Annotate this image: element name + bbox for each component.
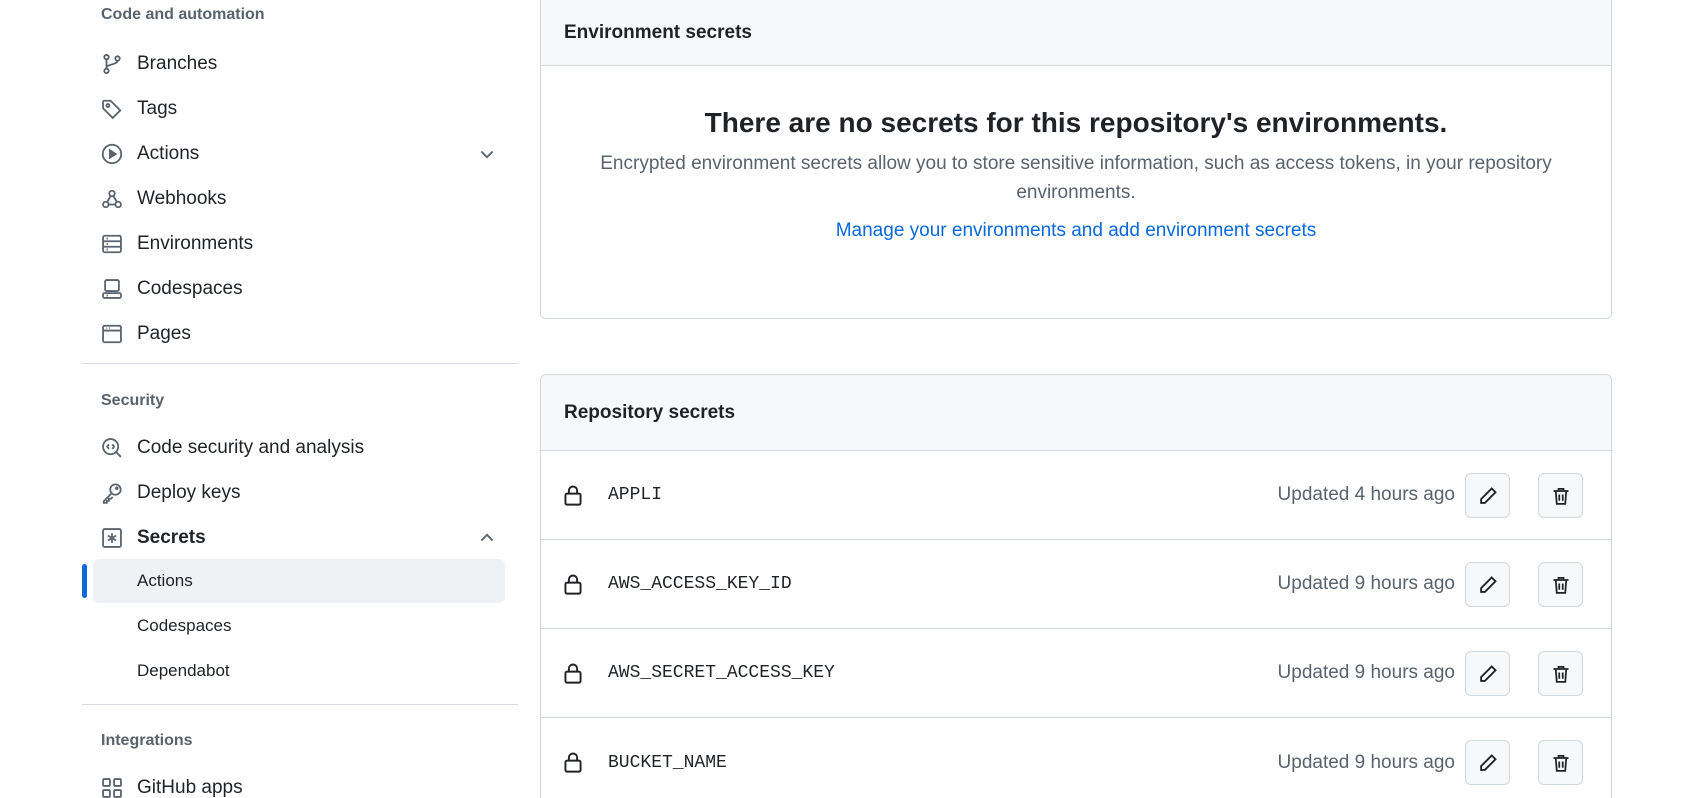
section-heading-code-automation: Code and automation [101, 6, 265, 23]
secrets-list: APPLI Updated 4 hours ago AWS_ACCESS_KEY… [541, 451, 1611, 798]
secret-updated: Updated 4 hours ago [1277, 484, 1455, 505]
sidebar-item-label: Webhooks [137, 188, 227, 209]
blankslate-description: Encrypted environment secrets allow you … [600, 153, 1552, 203]
branch-icon [101, 53, 123, 75]
lock-icon [562, 484, 584, 506]
secret-updated: Updated 9 hours ago [1277, 751, 1455, 773]
sidebar-item-code-security[interactable]: Code security and analysis [93, 428, 509, 468]
sidebar-item-pages[interactable]: Pages [93, 314, 509, 354]
environment-secrets-blankslate: There are no secrets for this repository… [541, 107, 1611, 242]
secret-name: AWS_ACCESS_KEY_ID [608, 574, 792, 594]
sidebar-item-actions[interactable]: Actions [93, 134, 509, 174]
sidebar-item-label: Environments [137, 233, 254, 254]
sidebar-item-label: Codespaces [137, 278, 243, 299]
sidebar-item-codespaces[interactable]: Codespaces [93, 269, 509, 309]
secret-updated: Updated 9 hours ago [1277, 662, 1455, 683]
key-icon [101, 482, 123, 504]
secret-name: AWS_SECRET_ACCESS_KEY [608, 663, 835, 683]
webhook-icon [101, 188, 123, 210]
secret-row: BUCKET_NAME Updated 9 hours ago [541, 718, 1611, 798]
browser-icon [101, 323, 123, 345]
environment-secrets-box: Environment secrets There are no secrets… [540, 0, 1612, 319]
trash-icon [1553, 754, 1568, 772]
codescan-icon [101, 437, 123, 459]
pencil-icon [1479, 753, 1497, 771]
trash-icon [1553, 576, 1568, 594]
play-icon [101, 143, 123, 165]
asterisk-icon [101, 527, 123, 549]
sidebar-item-webhooks[interactable]: Webhooks [93, 179, 509, 219]
codespaces-icon [101, 278, 123, 300]
repository-secrets-box: Repository secrets APPLI Updated 4 hours… [540, 374, 1612, 798]
sidebar-item-label: Branches [137, 53, 218, 74]
sidebar-divider [82, 704, 518, 705]
sidebar-subitem-codespaces[interactable]: Codespaces [93, 604, 505, 648]
environment-secrets-header: Environment secrets [541, 0, 1611, 66]
secret-name: BUCKET_NAME [608, 752, 727, 773]
sidebar-divider [82, 363, 518, 364]
blankslate-title: There are no secrets for this repository… [704, 107, 1448, 138]
sidebar-item-label: Deploy keys [137, 482, 241, 503]
chevron-up-icon[interactable] [477, 528, 497, 548]
sidebar-item-environments[interactable]: Environments [93, 224, 509, 264]
edit-secret-button[interactable] [1465, 562, 1510, 607]
sidebar-item-label: Pages [137, 323, 191, 344]
sidebar-subitem-actions[interactable]: Actions [93, 559, 505, 603]
trash-icon [1553, 665, 1568, 683]
pencil-icon [1479, 575, 1497, 593]
repository-secrets-header: Repository secrets [541, 375, 1611, 451]
sidebar-item-tags[interactable]: Tags [93, 89, 509, 129]
sidebar-item-secrets[interactable]: Secrets [93, 518, 509, 558]
lock-icon [562, 662, 584, 684]
lock-icon [562, 573, 584, 595]
apps-icon [101, 777, 123, 798]
delete-secret-button[interactable] [1538, 740, 1583, 785]
delete-secret-button[interactable] [1538, 562, 1583, 607]
secret-row: APPLI Updated 4 hours ago [541, 451, 1611, 540]
sidebar-item-label: Code security and analysis [137, 437, 365, 458]
secret-updated: Updated 9 hours ago [1277, 573, 1455, 594]
sidebar-subitem-dependabot[interactable]: Dependabot [93, 649, 505, 693]
manage-environments-link[interactable]: Manage your environments and add environ… [836, 220, 1317, 242]
edit-secret-button[interactable] [1465, 651, 1510, 696]
server-icon [101, 233, 123, 255]
active-indicator [82, 564, 87, 598]
secret-row: AWS_SECRET_ACCESS_KEY Updated 9 hours ag… [541, 629, 1611, 718]
sidebar-item-label: Secrets [137, 527, 206, 548]
secret-name: APPLI [608, 485, 663, 505]
sidebar-item-branches[interactable]: Branches [93, 44, 509, 84]
edit-secret-button[interactable] [1465, 473, 1510, 518]
sidebar-item-github-apps[interactable]: GitHub apps [93, 768, 509, 798]
sidebar-item-label: Tags [137, 98, 178, 119]
sidebar-item-label: Actions [137, 143, 200, 164]
section-heading-integrations: Integrations [101, 732, 193, 749]
sidebar-item-deploy-keys[interactable]: Deploy keys [93, 473, 509, 513]
settings-sidebar: Code and automation Branches Tags Action… [82, 0, 518, 798]
section-heading-security: Security [101, 392, 165, 409]
pencil-icon [1479, 664, 1497, 682]
lock-icon [562, 751, 584, 773]
sidebar-item-label: GitHub apps [137, 777, 243, 798]
tag-icon [101, 98, 123, 120]
delete-secret-button[interactable] [1538, 473, 1583, 518]
trash-icon [1553, 487, 1568, 505]
chevron-down-icon[interactable] [477, 144, 497, 164]
secret-row: AWS_ACCESS_KEY_ID Updated 9 hours ago [541, 540, 1611, 629]
pencil-icon [1479, 486, 1497, 504]
edit-secret-button[interactable] [1465, 740, 1510, 785]
delete-secret-button[interactable] [1538, 651, 1583, 696]
